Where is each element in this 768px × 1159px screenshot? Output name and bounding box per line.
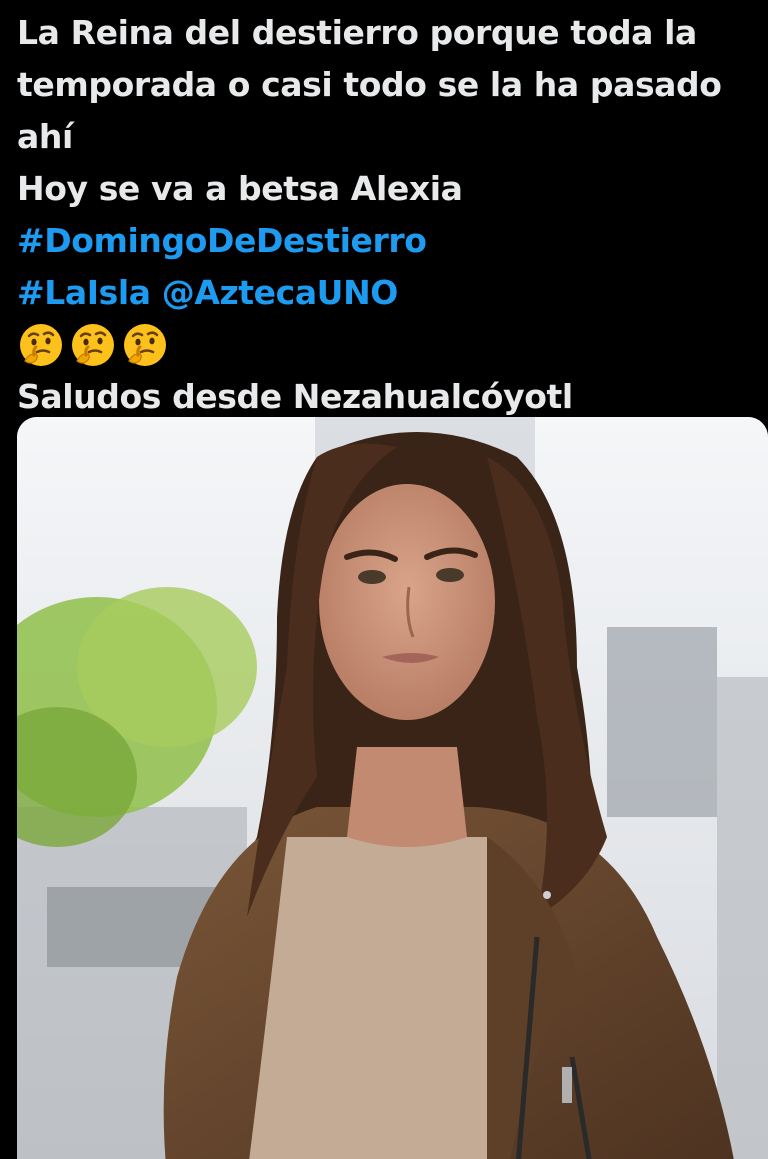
photo-illustration bbox=[17, 417, 768, 1159]
hashtag-line: #DomingoDeDestierro bbox=[17, 215, 757, 267]
tweet-text: La Reina del destierro porque toda la te… bbox=[17, 0, 757, 423]
hashtag-link-laisla[interactable]: #LaIsla bbox=[17, 273, 151, 312]
tweet-text-line-2: temporada o casi todo se la ha pasado bbox=[17, 65, 722, 104]
tweet-text-closing-line: Saludos desde Nezahualcóyotl bbox=[17, 377, 573, 416]
tweet-text-line-4: Hoy se va a betsa Alexia bbox=[17, 169, 463, 208]
thinking-face-icon bbox=[72, 324, 114, 366]
hashtag-link-domingodedestierro[interactable]: #DomingoDeDestierro bbox=[17, 221, 427, 260]
tweet-text-line-1: La Reina del destierro porque toda la bbox=[17, 13, 697, 52]
tweet-post: La Reina del destierro porque toda la te… bbox=[0, 0, 768, 1159]
thinking-face-icon bbox=[124, 324, 166, 366]
hashtag-mention-line: #LaIsla @AztecaUNO bbox=[17, 267, 757, 319]
mention-link-aztecauno[interactable]: @AztecaUNO bbox=[162, 273, 399, 312]
emoji-row bbox=[17, 319, 757, 371]
tweet-media-photo[interactable] bbox=[17, 417, 768, 1159]
thinking-face-icon bbox=[20, 324, 62, 366]
tweet-text-line-3: ahí bbox=[17, 117, 73, 156]
